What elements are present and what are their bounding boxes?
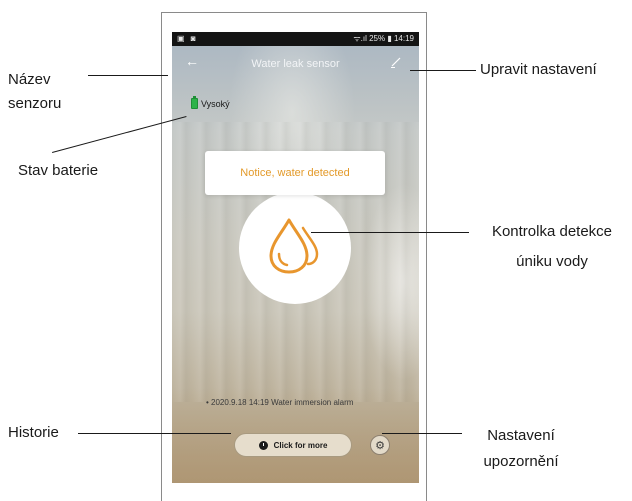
gear-icon: ⚙	[375, 439, 385, 452]
callout-battery-status: Stav baterie	[18, 162, 99, 179]
water-drops-icon	[269, 218, 319, 274]
leader-sensor-name	[88, 75, 168, 76]
callout-alert-settings: Nastavení upozornění	[483, 427, 559, 470]
leader-leak-indicator	[311, 232, 469, 233]
sensor-name-title: Water leak sensor	[251, 58, 340, 70]
clock-icon	[258, 440, 268, 450]
more-button-label: Click for more	[273, 440, 328, 450]
status-bar: ▣ ◙ ᯤ.ıl 25% ▮ 14:19	[172, 32, 419, 46]
app-bar: ← Water leak sensor	[172, 46, 419, 84]
status-left-icons: ▣ ◙	[177, 34, 198, 43]
leader-history	[78, 433, 231, 434]
callout-edit-settings: Upravit nastavení	[480, 61, 597, 78]
water-detected-notice: Notice, water detected	[205, 151, 385, 195]
click-for-more-button[interactable]: Click for more	[234, 433, 352, 457]
callout-sensor-name: Název senzoru	[8, 71, 62, 112]
edit-pencil-icon[interactable]	[389, 55, 403, 69]
battery-status: Vysoký	[191, 96, 230, 109]
alert-settings-button[interactable]: ⚙	[370, 435, 390, 455]
status-right-info: ᯤ.ıl 25% ▮ 14:19	[353, 34, 414, 43]
callout-history: Historie	[8, 424, 59, 441]
app-screen: ▣ ◙ ᯤ.ıl 25% ▮ 14:19 ← Water leak sensor…	[172, 32, 419, 483]
leader-alert-settings	[382, 433, 462, 434]
battery-label: Vysoký	[201, 98, 230, 109]
history-entry[interactable]: • 2020.9.18 14:19 Water immersion alarm	[206, 398, 353, 407]
callout-leak-indicator: Kontrolka detekce úniku vody	[491, 223, 613, 270]
phone-frame: ▣ ◙ ᯤ.ıl 25% ▮ 14:19 ← Water leak sensor…	[161, 12, 427, 501]
leader-edit-settings	[410, 70, 476, 71]
water-detection-indicator	[239, 192, 351, 304]
battery-icon	[191, 96, 198, 109]
